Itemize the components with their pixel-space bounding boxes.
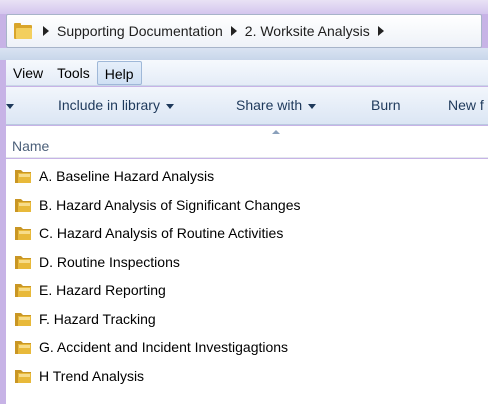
folder-icon (14, 23, 32, 39)
list-item[interactable]: D. Routine Inspections (14, 251, 180, 273)
window-frame (0, 0, 488, 14)
file-name: D. Routine Inspections (39, 253, 180, 270)
file-list: A. Baseline Hazard Analysis B. Hazard Ana… (6, 159, 488, 404)
breadcrumb-arrow-icon[interactable] (377, 26, 384, 36)
list-item[interactable]: E. Hazard Reporting (14, 279, 166, 301)
column-name-header[interactable]: Name (12, 138, 49, 154)
menu-bar: View Tools Help (6, 60, 488, 86)
list-item[interactable]: B. Hazard Analysis of Significant Change… (14, 194, 300, 216)
sort-ascending-icon (272, 130, 280, 134)
menu-view[interactable]: View (6, 61, 50, 85)
organize-caret-icon[interactable] (6, 87, 14, 124)
list-item[interactable]: C. Hazard Analysis of Routine Activities (14, 222, 283, 244)
address-bar[interactable]: Supporting Documentation 2. Worksite Ana… (6, 14, 482, 48)
breadcrumb-arrow-icon[interactable] (43, 26, 49, 36)
file-name: C. Hazard Analysis of Routine Activities (39, 225, 284, 241)
share-with-label: Share with (236, 97, 303, 113)
folder-icon (15, 198, 31, 212)
new-folder-button[interactable]: New f (448, 87, 484, 124)
include-in-library-button[interactable]: Include in library (58, 87, 174, 124)
folder-icon (15, 284, 31, 297)
dropdown-caret-icon (308, 103, 317, 109)
file-name: F. Hazard Tracking (39, 310, 156, 327)
window-band (0, 48, 488, 60)
list-item[interactable]: A. Baseline Hazard Analysis (14, 165, 214, 187)
menu-tools[interactable]: Tools (50, 61, 97, 85)
folder-icon (15, 312, 31, 326)
file-name: A. Baseline Hazard Analysis (39, 168, 215, 184)
breadcrumb-arrow-icon[interactable] (230, 26, 237, 36)
folder-icon (15, 255, 31, 269)
column-header: Name (6, 126, 488, 158)
folder-icon (15, 341, 31, 354)
file-name: H Trend Analysis (39, 367, 145, 384)
include-in-library-label: Include in library (58, 97, 160, 113)
share-with-button[interactable]: Share with (236, 87, 317, 124)
breadcrumb-worksite-analysis[interactable]: 2. Worksite Analysis (245, 23, 370, 39)
folder-icon (15, 170, 31, 183)
menu-help[interactable]: Help (96, 60, 142, 85)
folder-icon (15, 227, 31, 240)
file-name: E. Hazard Reporting (39, 282, 166, 298)
list-item[interactable]: H Trend Analysis (14, 365, 144, 387)
list-item[interactable]: F. Hazard Tracking (14, 308, 156, 330)
dropdown-caret-icon (165, 103, 174, 109)
file-name: B. Hazard Analysis of Significant Change… (39, 196, 301, 213)
breadcrumb-supporting-documentation[interactable]: Supporting Documentation (57, 23, 223, 39)
list-item[interactable]: G. Accident and Incident Investigagtions (14, 336, 288, 358)
folder-icon (15, 369, 31, 383)
command-toolbar: Include in library Share with Burn New f (6, 87, 488, 125)
file-name: G. Accident and Incident Investigagtions (39, 339, 289, 355)
burn-button[interactable]: Burn (371, 87, 401, 124)
